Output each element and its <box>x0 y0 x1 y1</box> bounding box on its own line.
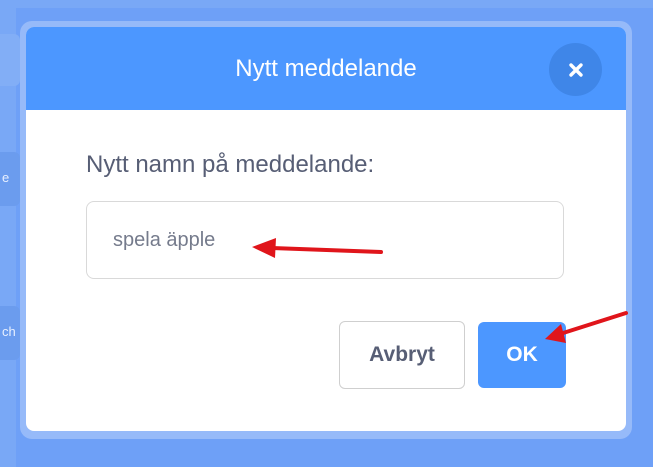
background-block <box>0 34 20 86</box>
cancel-button[interactable]: Avbryt <box>339 321 465 389</box>
message-name-input[interactable] <box>86 201 564 279</box>
background-block: e n <box>0 152 20 206</box>
close-button[interactable] <box>549 43 602 96</box>
dialog-header: Nytt meddelande <box>26 27 626 110</box>
field-label: Nytt namn på meddelande: <box>86 151 375 178</box>
background-toolbar <box>0 0 653 8</box>
background-block: ch <box>0 306 20 360</box>
close-icon <box>568 62 584 78</box>
new-message-dialog: Nytt meddelande Nytt namn på meddelande:… <box>26 27 626 431</box>
dialog-title: Nytt meddelande <box>235 55 417 82</box>
ok-button[interactable]: OK <box>478 322 566 388</box>
